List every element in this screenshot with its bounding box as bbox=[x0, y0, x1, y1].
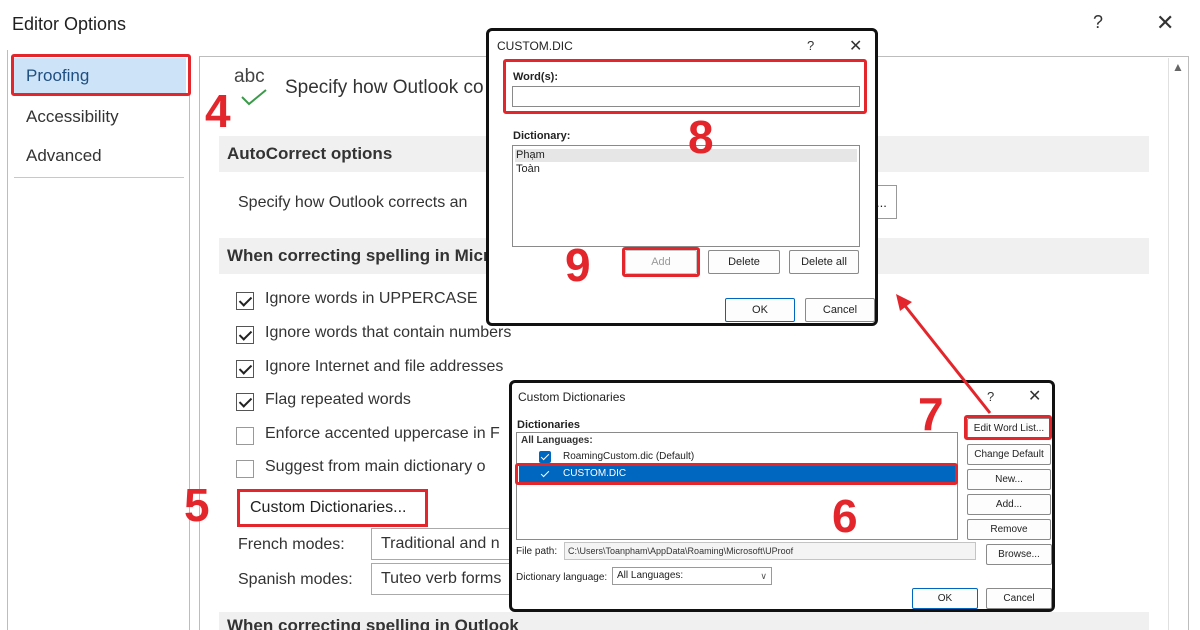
dictionary-language-select[interactable]: All Languages: ∨ bbox=[612, 567, 772, 585]
ok-button[interactable]: OK bbox=[725, 298, 795, 322]
custom-dictionaries-button[interactable]: Custom Dictionaries... bbox=[237, 489, 428, 527]
scroll-up-icon[interactable]: ▲ bbox=[1172, 60, 1184, 74]
autocorrect-description: Specify how Outlook corrects an bbox=[238, 194, 468, 211]
cancel-button[interactable]: Cancel bbox=[805, 298, 875, 322]
proofing-abc-icon: abc bbox=[234, 66, 274, 112]
french-modes-label: French modes: bbox=[238, 536, 345, 553]
step-6-label: 6 bbox=[832, 490, 858, 542]
dialog-help-button[interactable]: ? bbox=[987, 389, 994, 404]
help-button[interactable]: ? bbox=[1093, 12, 1103, 33]
custom-dictionaries-dialog: Custom Dictionaries ? ✕ Dictionaries All… bbox=[509, 380, 1055, 612]
dialog-help-button[interactable]: ? bbox=[807, 38, 814, 53]
highlight-edit-word-list bbox=[964, 415, 1052, 440]
checkbox[interactable] bbox=[539, 451, 551, 463]
add-dictionary-button[interactable]: Add... bbox=[967, 494, 1051, 515]
dictionaries-label: Dictionaries bbox=[517, 419, 580, 431]
scrollbar[interactable] bbox=[1168, 58, 1188, 630]
step-7-label: 7 bbox=[918, 388, 944, 440]
browse-button[interactable]: Browse... bbox=[986, 544, 1052, 565]
window-title: Editor Options bbox=[12, 14, 127, 34]
highlight-words bbox=[503, 59, 867, 114]
checkbox[interactable] bbox=[236, 292, 254, 310]
checkbox[interactable] bbox=[236, 427, 254, 445]
highlight-proofing bbox=[11, 54, 191, 96]
file-path-label: File path: bbox=[516, 546, 558, 557]
check-icon bbox=[241, 89, 267, 106]
window-left-border bbox=[7, 50, 8, 630]
new-button[interactable]: New... bbox=[967, 469, 1051, 490]
option-label: Enforce accented uppercase in F bbox=[265, 425, 500, 442]
sidebar-divider bbox=[14, 177, 184, 178]
list-item[interactable]: Phạm bbox=[515, 149, 857, 162]
language-group-label: All Languages: bbox=[521, 435, 593, 446]
step-9-label: 9 bbox=[565, 239, 591, 291]
dictionary-language-value: All Languages: bbox=[617, 570, 684, 581]
checkbox[interactable] bbox=[236, 360, 254, 378]
abc-icon-text: abc bbox=[234, 66, 265, 87]
file-path-field: C:\Users\Toanpham\AppData\Roaming\Micros… bbox=[564, 542, 976, 560]
highlight-add bbox=[622, 247, 700, 277]
close-button[interactable]: ✕ bbox=[1156, 10, 1174, 36]
delete-all-button[interactable]: Delete all bbox=[789, 250, 859, 274]
option-label: Suggest from main dictionary o bbox=[265, 458, 486, 475]
change-default-button[interactable]: Change Default bbox=[967, 444, 1051, 465]
dialog-title: CUSTOM.DIC bbox=[497, 39, 573, 53]
remove-button[interactable]: Remove bbox=[967, 519, 1051, 540]
spanish-modes-select[interactable]: Tuteo verb forms bbox=[371, 563, 511, 595]
sidebar-border bbox=[189, 56, 190, 630]
dictionary-word-list[interactable]: Phạm Toàn bbox=[512, 145, 860, 247]
option-label: Ignore Internet and file addresses bbox=[265, 358, 504, 375]
spanish-modes-label: Spanish modes: bbox=[238, 571, 353, 588]
dictionaries-list[interactable]: All Languages: RoamingCustom.dic (Defaul… bbox=[516, 432, 958, 540]
option-label: Flag repeated words bbox=[265, 391, 411, 408]
step-4-label: 4 bbox=[205, 85, 231, 137]
highlight-custom-dic bbox=[515, 463, 958, 485]
option-label: Ignore words that contain numbers bbox=[265, 324, 512, 341]
french-modes-select[interactable]: Traditional and n bbox=[371, 528, 511, 560]
option-label: Ignore words in UPPERCASE bbox=[265, 290, 478, 307]
checkbox[interactable] bbox=[236, 326, 254, 344]
checkbox[interactable] bbox=[236, 393, 254, 411]
list-item[interactable]: Toàn bbox=[515, 163, 857, 176]
dialog-title: Custom Dictionaries bbox=[518, 390, 626, 404]
checkbox[interactable] bbox=[236, 460, 254, 478]
spelling-outlook-heading: When correcting spelling in Outlook bbox=[219, 612, 1149, 630]
cancel-button[interactable]: Cancel bbox=[986, 588, 1052, 609]
dictionary-label: Dictionary: bbox=[513, 130, 571, 142]
dialog-close-button[interactable]: ✕ bbox=[849, 36, 862, 56]
sidebar-item-advanced[interactable]: Advanced bbox=[14, 138, 186, 174]
dictionary-language-label: Dictionary language: bbox=[516, 572, 608, 583]
custom-dic-dialog: CUSTOM.DIC ? ✕ Word(s): Dictionary: Phạm… bbox=[486, 28, 878, 326]
step-8-label: 8 bbox=[688, 111, 714, 163]
step-5-label: 5 bbox=[184, 479, 210, 531]
ok-button[interactable]: OK bbox=[912, 588, 978, 609]
dialog-close-button[interactable]: ✕ bbox=[1028, 386, 1041, 406]
chevron-down-icon: ∨ bbox=[760, 571, 767, 581]
delete-button[interactable]: Delete bbox=[708, 250, 780, 274]
sidebar-item-accessibility[interactable]: Accessibility bbox=[14, 99, 186, 135]
